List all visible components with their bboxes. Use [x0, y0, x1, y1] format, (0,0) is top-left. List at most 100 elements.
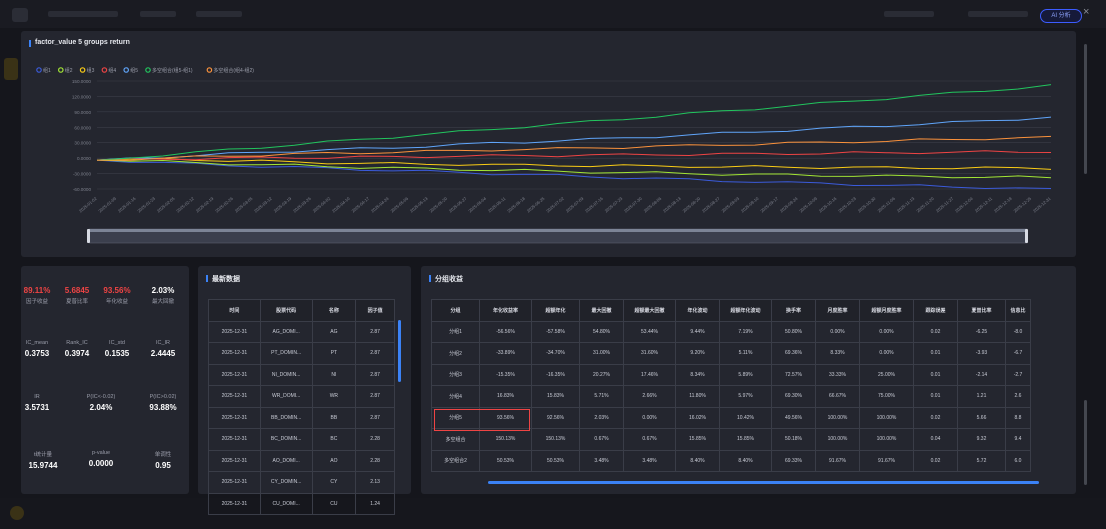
stat-label: 单调性 — [154, 452, 172, 458]
group-row[interactable]: 分组3 -15.35% -16.35% 20.27% 17.46% 8.34% 5.89% 7… — [431, 363, 1031, 386]
x-tick-label: 2025-08-20 — [682, 196, 702, 214]
latest-cell: CY — [311, 471, 357, 494]
latest-cell: WR — [311, 385, 357, 408]
zoom-handle-right[interactable] — [1025, 229, 1028, 243]
group-header-cell[interactable]: 超额年化 — [531, 299, 580, 322]
legend-item-3[interactable]: 组3 — [79, 67, 95, 74]
group-cell: 9.44% — [675, 320, 720, 343]
group-row[interactable]: 多空组合 150.13% 150.13% 0.67% 0.67% 15.85% 15.85%… — [431, 428, 1031, 451]
group-header-cell[interactable]: 换手率 — [771, 299, 816, 322]
stat-因子收益: 89.11% 因子收益 — [15, 286, 59, 305]
x-tick-label: 2025-08-06 — [643, 196, 663, 214]
group-row[interactable]: 分组2 -33.89% -34.70% 31.00% 31.60% 9.20% 5.11% 6… — [431, 342, 1031, 365]
latest-cell: NI — [311, 363, 357, 386]
latest-cell: 2.87 — [355, 363, 395, 386]
group-cell: 0.00% — [623, 406, 676, 429]
group-header-cell[interactable]: 超额年化波动 — [719, 299, 772, 322]
legend-item-5[interactable]: 组5 — [123, 67, 138, 74]
legend-marker — [57, 67, 64, 73]
app-tab-4 — [884, 11, 934, 17]
x-tick-label: 2025-12-18 — [993, 196, 1013, 214]
group-cell: 3.48% — [579, 449, 624, 472]
latest-row[interactable]: 2025-12-31 NI_DOMIN... NI 2.87 — [208, 363, 395, 386]
latest-row[interactable]: 2025-12-31 BC_DOMIN... BC 2.28 — [208, 428, 395, 451]
legend-item-1[interactable]: 组1 — [36, 67, 51, 74]
group-cell: -57.58% — [531, 320, 580, 343]
latest-table-scrollbar[interactable] — [398, 320, 401, 382]
legend-item-7[interactable]: 多空组合(组4-组2) — [206, 67, 254, 74]
group-cell: 7.19% — [719, 320, 772, 343]
x-tick-label: 2025-03-05 — [234, 196, 254, 214]
group-table-hscrollbar[interactable] — [488, 481, 1039, 484]
latest-row[interactable]: 2025-12-31 WR_DOMI... WR 2.87 — [208, 385, 395, 408]
group-header-cell[interactable]: 最大回撤 — [579, 299, 624, 322]
group-cell: 91.67% — [859, 449, 914, 472]
group-cell: 多空组合 — [431, 428, 480, 451]
group-header-cell[interactable]: 年化波动 — [675, 299, 720, 322]
group-header-cell[interactable]: 超额月度胜率 — [859, 299, 914, 322]
x-tick-label: 2025-12-11 — [974, 196, 994, 214]
group-row[interactable]: 分组4 16.83% 15.83% 5.71% 2.66% 11.80% 5.97% 69.3… — [431, 385, 1031, 408]
group-header-cell[interactable]: 信息比 — [1005, 299, 1031, 322]
group-header-cell[interactable]: 年化收益率 — [479, 299, 532, 322]
group-header-cell[interactable]: 跟踪误差 — [913, 299, 958, 322]
group-cell: 92.56% — [531, 406, 580, 429]
legend-item-4[interactable]: 组4 — [101, 67, 116, 74]
group-cell: 5.89% — [719, 363, 772, 386]
group-cell: 5.66 — [957, 406, 1006, 429]
group-row[interactable]: 多空组合2 50.53% 50.53% 3.48% 3.48% 8.40% 8.40% 69.… — [431, 449, 1031, 472]
app-bottom-bar — [0, 498, 1106, 529]
x-tick-label: 2025-02-26 — [214, 196, 234, 214]
latest-cell: 2025-12-31 — [208, 492, 261, 515]
x-tick-label: 2025-07-09 — [565, 196, 585, 214]
legend-label: 多空组合(组5-组1) — [152, 67, 193, 74]
latest-header-cell[interactable]: 股票代码 — [259, 299, 313, 322]
stat-ic-mean: IC_mean 0.3753 — [15, 340, 59, 358]
stat-label: 夏普比率 — [65, 299, 88, 305]
latest-header-cell[interactable]: 时间 — [208, 299, 261, 322]
group-cell: 8.34% — [675, 363, 720, 386]
latest-header-cell[interactable]: 名称 — [311, 299, 357, 322]
group-cell: 2.66% — [623, 385, 676, 408]
group-cell: 11.80% — [675, 385, 720, 408]
x-tick-label: 2025-12-31 — [1032, 196, 1052, 214]
latest-row[interactable]: 2025-12-31 AO_DOMI... AO 2.28 — [208, 449, 395, 472]
latest-row[interactable]: 2025-12-31 CY_DOMIN... CY 2.13 — [208, 471, 395, 494]
group-header-cell[interactable]: 超额最大回撤 — [623, 299, 676, 322]
modal-scrollbar-lower[interactable] — [1084, 400, 1087, 485]
y-tick-label: 150.0000 — [72, 79, 92, 84]
series-line-3 — [96, 157, 1052, 170]
modal-scrollbar[interactable] — [1084, 44, 1087, 174]
latest-row[interactable]: 2025-12-31 CU_DOMI... CU 1.24 — [208, 492, 395, 515]
group-cell: 69.33% — [771, 449, 816, 472]
group-header-cell[interactable]: 夏普比率 — [957, 299, 1006, 322]
x-tick-label: 2025-10-16 — [818, 196, 838, 214]
stat-t统计量: t统计量 15.9744 — [21, 450, 65, 470]
stat-value: 2.03% — [151, 286, 175, 295]
zoom-handle-left[interactable] — [87, 229, 90, 243]
latest-cell: BC — [311, 428, 357, 451]
group-cell: 5.72 — [957, 449, 1006, 472]
legend-label: 组3 — [87, 67, 95, 74]
ai-analyze-button[interactable]: AI 分析 — [1040, 9, 1082, 23]
legend-item-6[interactable]: 多空组合(组5-组1) — [145, 67, 193, 74]
group-cell: 0.01 — [913, 342, 958, 365]
stat-value: 15.9744 — [28, 461, 58, 470]
latest-cell: CY_DOMIN... — [259, 471, 313, 494]
legend-item-2[interactable]: 组2 — [57, 67, 73, 74]
group-return-title: 分组收益 — [429, 274, 463, 284]
group-cell: 2.6 — [1005, 385, 1031, 408]
highlight-long-short-row — [434, 409, 530, 431]
group-header-cell[interactable]: 月度胜率 — [815, 299, 860, 322]
latest-row[interactable]: 2025-12-31 BB_DOMIN... BB 2.87 — [208, 406, 395, 429]
latest-header-cell[interactable]: 因子值 — [355, 299, 395, 322]
latest-row[interactable]: 2025-12-31 AG_DOMI... AG 2.87 — [208, 320, 395, 343]
group-row[interactable]: 分组1 -56.56% -57.58% 54.80% 53.44% 9.44% 7.19% 5… — [431, 320, 1031, 343]
close-icon[interactable]: × — [1083, 6, 1089, 18]
latest-row[interactable]: 2025-12-31 PT_DOMIN... PT 2.87 — [208, 342, 395, 365]
group-cell: 16.02% — [675, 406, 720, 429]
stat-ir: IR 3.5731 — [15, 394, 59, 412]
latest-data-title: 最新数据 — [206, 274, 240, 284]
latest-cell: BB — [311, 406, 357, 429]
group-header-cell[interactable]: 分组 — [431, 299, 480, 322]
